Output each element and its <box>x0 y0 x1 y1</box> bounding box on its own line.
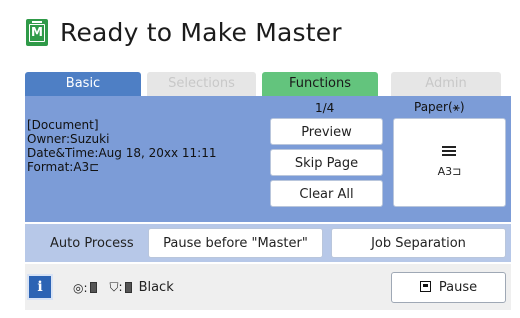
pause-button[interactable]: Pause <box>391 272 506 303</box>
pause-label: Pause <box>438 280 478 295</box>
document-info: [Document] Owner:Suzuki Date&Time:Aug 18… <box>27 118 216 174</box>
ready-to-make-master-screen: M Ready to Make Master Basic Selections … <box>0 0 520 318</box>
document-format: Format:A3⊏ <box>27 160 100 174</box>
title-bar: M Ready to Make Master <box>26 14 342 50</box>
pause-before-master-button[interactable]: Pause before "Master" <box>148 228 323 258</box>
master-icon: M <box>26 18 48 46</box>
job-separation-button[interactable]: Job Separation <box>331 228 506 258</box>
clear-all-button[interactable]: Clear All <box>270 180 383 207</box>
skip-page-button[interactable]: Skip Page <box>270 149 383 176</box>
tab-admin[interactable]: Admin <box>391 72 501 96</box>
page-title: Ready to Make Master <box>60 17 342 47</box>
status-bar: i ◎: ⛉: Black Pause <box>25 264 511 310</box>
pause-icon <box>419 281 431 292</box>
ink-level-icon <box>124 282 132 293</box>
page-counter: 1/4 <box>315 101 335 115</box>
paper-size-label: A3⊐ <box>437 165 462 178</box>
ink-color: Black <box>138 280 174 295</box>
document-owner: Owner:Suzuki <box>27 132 110 146</box>
auto-process-row: Auto Process Pause before "Master" Job S… <box>25 224 511 262</box>
basic-panel: [Document] Owner:Suzuki Date&Time:Aug 18… <box>25 96 511 222</box>
tab-selections[interactable]: Selections <box>147 72 256 96</box>
paper-stack-icon <box>442 146 456 158</box>
paper-label: Paper(⚹) <box>414 100 465 114</box>
info-icon[interactable]: i <box>27 274 53 300</box>
ink-cartridge-icon: ⛉: <box>109 280 123 294</box>
consumables-status: ◎: ⛉: Black <box>73 280 174 295</box>
document-heading: [Document] <box>27 118 99 132</box>
master-level-icon <box>89 282 97 293</box>
paper-select-button[interactable]: A3⊐ <box>393 118 506 207</box>
preview-button[interactable]: Preview <box>270 118 383 145</box>
master-roll-icon: ◎: <box>73 280 88 295</box>
tab-basic[interactable]: Basic <box>25 72 141 96</box>
document-datetime: Date&Time:Aug 18, 20xx 11:11 <box>27 146 217 160</box>
tab-functions[interactable]: Functions <box>262 72 378 96</box>
auto-process-label: Auto Process <box>50 236 134 251</box>
